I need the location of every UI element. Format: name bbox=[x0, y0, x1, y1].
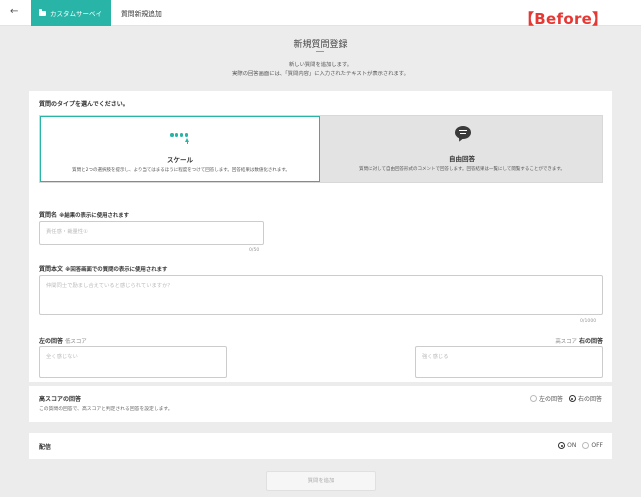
publish-label: 配信 bbox=[39, 444, 52, 451]
question-body-input[interactable]: 仲間同士で励まし合えていると感じられていますか？ bbox=[39, 275, 603, 315]
high-score-description: この質問の回答で、高スコアと判定される回答を設定します。 bbox=[39, 407, 173, 412]
brand-tab-label: カスタムサーベイ bbox=[50, 10, 102, 18]
question-body-note: ※回答画面での質問の表示に使用されます bbox=[65, 267, 168, 273]
type-option-title: スケール bbox=[167, 156, 193, 164]
question-type-selector: スケール 質問と2つの選択肢を提示し、より当てはまるほうに程度をつけて回答します… bbox=[39, 115, 603, 183]
breadcrumb-title: 質問新規追加 bbox=[121, 10, 162, 18]
high-score-panel: 高スコアの回答 この質問の回答で、高スコアと判定される回答を設定します。 左の回… bbox=[29, 386, 612, 422]
right-answer-score: 高スコア bbox=[555, 339, 577, 345]
right-answer-label: 高スコア 右の回答 bbox=[555, 338, 603, 345]
chat-bubble-icon bbox=[455, 126, 471, 139]
arrow-left-icon[interactable]: ← bbox=[10, 6, 18, 17]
page-description-2: 実際の回答画面には、「質問内容」に入力されたテキストが表示されます。 bbox=[232, 71, 409, 77]
right-answer-input[interactable]: 強く感じる bbox=[415, 346, 603, 378]
left-answer-score: 低スコア bbox=[65, 339, 87, 345]
radio-icon bbox=[582, 442, 590, 449]
folder-icon bbox=[39, 9, 46, 16]
radio-selected-icon bbox=[568, 395, 576, 402]
type-option-title: 自由回答 bbox=[449, 155, 475, 163]
brand-tab[interactable]: カスタムサーベイ bbox=[31, 0, 111, 26]
question-name-input[interactable]: 責任感・裁量性① bbox=[39, 221, 264, 245]
cursor-icon bbox=[185, 138, 189, 144]
page-description-1: 新しい質問を追加します。 bbox=[288, 62, 353, 68]
left-answer-input[interactable]: 全く感じない bbox=[39, 346, 227, 378]
scale-dots-icon bbox=[170, 133, 189, 137]
question-name-note: ※結果の表示に使用されます bbox=[59, 213, 130, 219]
type-option-scale[interactable]: スケール 質問と2つの選択肢を提示し、より当てはまるほうに程度をつけて回答します… bbox=[40, 116, 320, 182]
radio-selected-icon bbox=[558, 442, 566, 449]
question-form-panel: 質問のタイプを選んでください。 スケール 質問と2つの選択肢を提示し、より当ては… bbox=[29, 91, 612, 382]
add-question-button[interactable]: 質問を追加 bbox=[266, 471, 376, 491]
type-option-description: 質問と2つの選択肢を提示し、より当てはまるほうに程度をつけて回答します。回答結果… bbox=[72, 168, 290, 173]
page-title: 新規質問登録 bbox=[293, 40, 348, 50]
high-score-radio-group: 左の回答 右の回答 bbox=[529, 394, 602, 403]
type-option-description: 質問に対して自由回答形式のコメントで回答します。回答結果は一覧にして閲覧すること… bbox=[359, 167, 565, 172]
before-annotation: 【Before】 bbox=[519, 10, 608, 28]
type-section-label: 質問のタイプを選んでください。 bbox=[39, 101, 129, 108]
high-score-option-right[interactable]: 右の回答 bbox=[568, 394, 602, 403]
question-body-label: 質問本文 ※回答画面での質問の表示に使用されます bbox=[39, 266, 168, 273]
high-score-title: 高スコアの回答 bbox=[39, 396, 82, 403]
publish-option-on[interactable]: ON bbox=[558, 442, 576, 449]
publish-option-off[interactable]: OFF bbox=[582, 442, 603, 449]
question-name-label: 質問名 ※結果の表示に使用されます bbox=[39, 212, 130, 219]
question-name-counter: 0/50 bbox=[249, 248, 260, 253]
radio-icon bbox=[529, 395, 537, 402]
title-divider bbox=[316, 51, 324, 52]
left-answer-label: 左の回答 低スコア bbox=[39, 338, 87, 345]
question-body-counter: 0/1000 bbox=[580, 319, 597, 324]
publish-panel: 配信 ON OFF bbox=[29, 433, 612, 459]
type-option-free-answer[interactable]: 自由回答 質問に対して自由回答形式のコメントで回答します。回答結果は一覧にして閲… bbox=[322, 116, 602, 182]
high-score-option-left[interactable]: 左の回答 bbox=[529, 394, 563, 403]
publish-radio-group: ON OFF bbox=[558, 442, 603, 449]
